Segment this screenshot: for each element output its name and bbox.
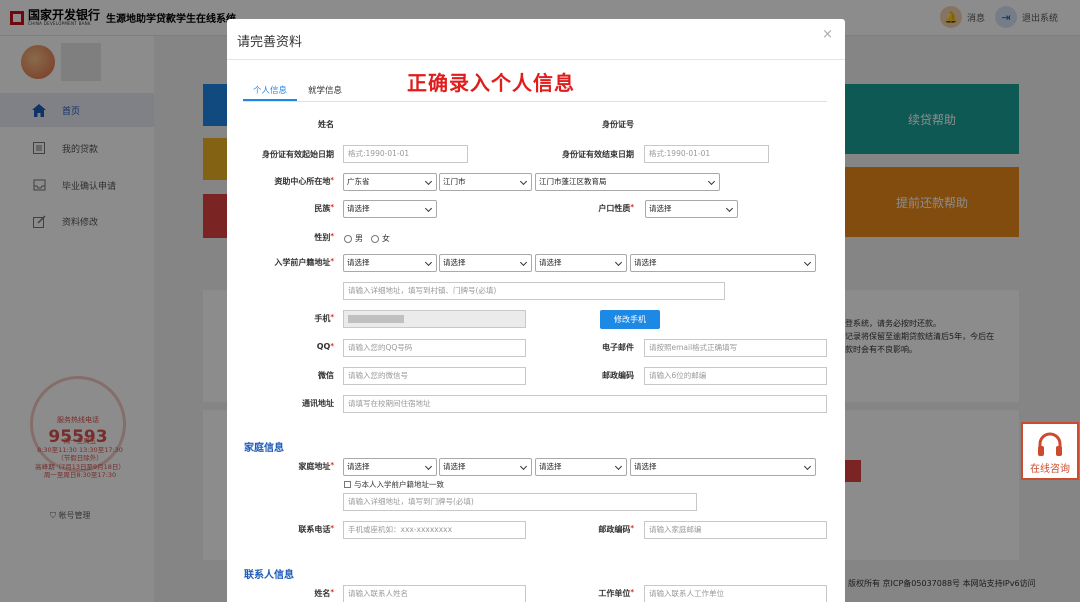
radio-circle	[371, 234, 379, 243]
contact-name-input[interactable]: 请输入联系人姓名	[343, 585, 526, 602]
modal-title: 请完善资料	[237, 35, 303, 50]
gender-label-text: 性别	[314, 233, 331, 242]
family-city-select[interactable]: 请选择	[439, 458, 532, 476]
id-start-date-input[interactable]: 格式:1990-01-01	[343, 145, 468, 163]
mail-address-input[interactable]: 请填写在校期间住宿地址	[343, 395, 827, 413]
family-postcode-label: 邮政编码*	[598, 524, 634, 534]
gender-female-radio[interactable]: 女	[371, 233, 390, 244]
hukou-detail-input[interactable]: 请输入详细地址，填写到村镇、门牌号(必填)	[343, 282, 725, 300]
phone-label-text: 手机	[314, 314, 331, 323]
family-town-select[interactable]: 请选择	[630, 458, 816, 476]
aid-center-label: 资助中心所在地*	[274, 176, 334, 186]
gender-male-label: 男	[355, 234, 363, 243]
hukou-type-label: 户口性质*	[598, 203, 634, 213]
tab-active-indicator	[243, 99, 297, 101]
checkbox-box	[344, 481, 351, 488]
family-province-select[interactable]: 请选择	[343, 458, 437, 476]
modal-divider	[227, 59, 845, 60]
hukou-town-select[interactable]: 请选择	[630, 254, 816, 272]
qq-label: QQ*	[316, 342, 334, 351]
center-city-select[interactable]: 江门市	[439, 173, 532, 191]
change-phone-button[interactable]: 修改手机	[600, 310, 660, 329]
contact-section-title: 联系人信息	[244, 570, 294, 581]
aid-center-label-text: 资助中心所在地	[274, 177, 331, 186]
contact-work-label: 工作单位*	[598, 588, 634, 598]
hukou-province-select[interactable]: 请选择	[343, 254, 437, 272]
radio-circle	[344, 234, 352, 243]
family-detail-input[interactable]: 请输入详细地址，填写到门牌号(必填)	[343, 493, 697, 511]
ethnicity-select[interactable]: 请选择	[343, 200, 437, 218]
gender-label: 性别*	[314, 232, 334, 242]
same-as-hukou-label: 与本人入学前户籍地址一致	[354, 480, 444, 489]
wechat-label: 微信	[318, 371, 334, 380]
phone-label: 手机*	[314, 313, 334, 323]
id-start-date-label: 身份证有效起始日期	[262, 150, 334, 159]
wechat-input[interactable]: 请输入您的微信号	[343, 367, 526, 385]
qq-input[interactable]: 请输入您的QQ号码	[343, 339, 526, 357]
center-bureau-select[interactable]: 江门市蓬江区教育局	[535, 173, 720, 191]
tab-underline-base	[243, 101, 827, 102]
family-address-label-text: 家庭地址	[298, 462, 331, 471]
postcode-label: 邮政编码	[602, 371, 634, 380]
complete-profile-modal: 请完善资料 × 个人信息 就学信息 正确录入个人信息 姓名 身份证号 身份证有效…	[227, 19, 845, 602]
ethnicity-label-text: 民族	[314, 204, 331, 213]
hukou-district-select[interactable]: 请选择	[535, 254, 627, 272]
hukou-address-label: 入学前户籍地址*	[274, 257, 334, 267]
email-input[interactable]: 请按照email格式正确填写	[644, 339, 827, 357]
qq-label-text: QQ	[316, 342, 331, 351]
email-label: 电子邮件	[602, 343, 634, 352]
hukou-address-label-text: 入学前户籍地址	[274, 258, 331, 267]
family-postcode-input[interactable]: 请输入家庭邮编	[644, 521, 827, 539]
headset-icon	[1038, 432, 1062, 456]
hukou-city-select[interactable]: 请选择	[439, 254, 532, 272]
close-icon[interactable]: ×	[822, 27, 833, 42]
phone-input-readonly	[343, 310, 526, 328]
family-phone-label: 联系电话*	[298, 524, 334, 534]
contact-work-label-text: 工作单位	[598, 589, 631, 598]
family-phone-input[interactable]: 手机或座机如：xxx-xxxxxxxx	[343, 521, 526, 539]
same-as-hukou-checkbox[interactable]: 与本人入学前户籍地址一致	[344, 479, 444, 490]
id-end-date-label: 身份证有效结束日期	[562, 150, 634, 159]
masked-phone	[348, 315, 404, 323]
tab-personal-info[interactable]: 个人信息	[253, 84, 287, 96]
hukou-type-label-text: 户口性质	[598, 204, 631, 213]
contact-work-input[interactable]: 请输入联系人工作单位	[644, 585, 827, 602]
family-phone-label-text: 联系电话	[298, 525, 331, 534]
tab-study-info[interactable]: 就学信息	[308, 84, 342, 96]
id-end-date-input[interactable]: 格式:1990-01-01	[644, 145, 769, 163]
ethnicity-label: 民族*	[314, 203, 334, 213]
family-section-title: 家庭信息	[244, 443, 284, 454]
annotation-text: 正确录入个人信息	[407, 71, 575, 95]
gender-male-radio[interactable]: 男	[344, 233, 363, 244]
mail-address-label: 通讯地址	[302, 399, 334, 408]
gender-female-label: 女	[382, 234, 390, 243]
center-province-select[interactable]: 广东省	[343, 173, 437, 191]
family-postcode-label-text: 邮政编码	[598, 525, 631, 534]
id-number-label: 身份证号	[602, 120, 634, 129]
hukou-type-select[interactable]: 请选择	[645, 200, 738, 218]
contact-name-label-text: 姓名	[314, 589, 331, 598]
family-address-label: 家庭地址*	[298, 461, 334, 471]
online-consult-button[interactable]: 在线咨询	[1021, 422, 1079, 480]
online-consult-label: 在线咨询	[1030, 464, 1070, 475]
name-label: 姓名	[318, 120, 334, 129]
family-district-select[interactable]: 请选择	[535, 458, 627, 476]
postcode-input[interactable]: 请输入6位的邮编	[644, 367, 827, 385]
contact-name-label: 姓名*	[314, 588, 334, 598]
